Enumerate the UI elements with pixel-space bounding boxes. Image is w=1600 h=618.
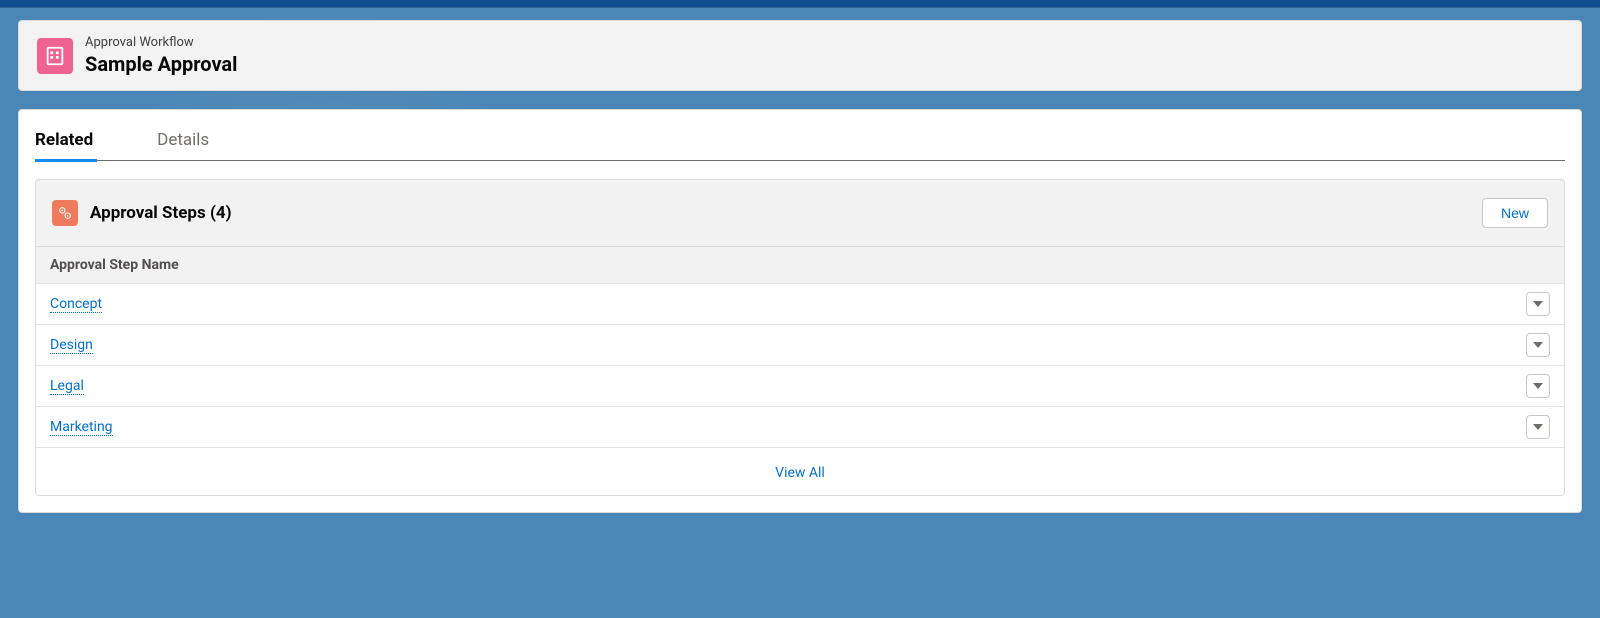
tab-details[interactable]: Details xyxy=(157,124,233,160)
workflow-icon xyxy=(37,38,73,74)
related-list: Approval Steps (4) New Approval Step Nam… xyxy=(35,179,1565,496)
table-row: Design xyxy=(36,324,1564,365)
main-content: Related Details Approval Steps (4) New A… xyxy=(18,109,1582,513)
record-title: Sample Approval xyxy=(85,52,237,76)
record-header: Approval Workflow Sample Approval xyxy=(18,20,1582,91)
chevron-down-icon xyxy=(1533,423,1543,431)
step-link-design[interactable]: Design xyxy=(50,337,93,354)
column-header-name: Approval Step Name xyxy=(36,246,1564,283)
gears-icon xyxy=(52,200,78,226)
view-all-row: View All xyxy=(36,447,1564,495)
related-list-header: Approval Steps (4) New xyxy=(36,180,1564,246)
row-action-menu[interactable] xyxy=(1526,374,1550,398)
related-list-title: Approval Steps (4) xyxy=(90,203,232,223)
top-bar xyxy=(0,0,1600,8)
row-action-menu[interactable] xyxy=(1526,415,1550,439)
chevron-down-icon xyxy=(1533,382,1543,390)
row-action-menu[interactable] xyxy=(1526,292,1550,316)
new-button[interactable]: New xyxy=(1482,198,1548,228)
step-link-marketing[interactable]: Marketing xyxy=(50,419,113,436)
step-link-concept[interactable]: Concept xyxy=(50,296,102,313)
chevron-down-icon xyxy=(1533,341,1543,349)
step-link-legal[interactable]: Legal xyxy=(50,378,84,395)
table-row: Legal xyxy=(36,365,1564,406)
table-row: Concept xyxy=(36,283,1564,324)
row-action-menu[interactable] xyxy=(1526,333,1550,357)
record-type-label: Approval Workflow xyxy=(85,35,237,50)
tab-related[interactable]: Related xyxy=(35,124,117,160)
tabs: Related Details xyxy=(35,124,1565,161)
view-all-link[interactable]: View All xyxy=(775,465,825,481)
table-row: Marketing xyxy=(36,406,1564,447)
chevron-down-icon xyxy=(1533,300,1543,308)
